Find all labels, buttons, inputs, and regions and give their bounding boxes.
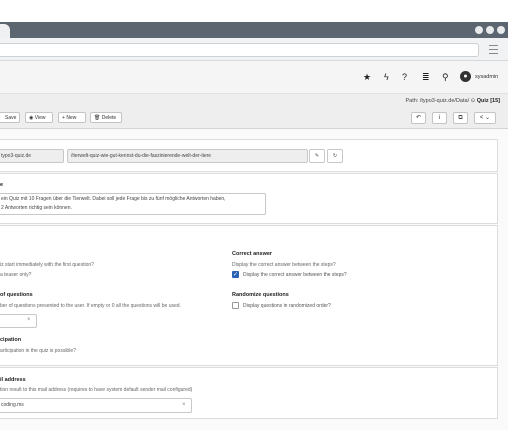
window-dot-3-icon[interactable] [497,26,505,34]
open-new-window-button[interactable]: ⧉ [453,112,468,124]
info-button[interactable]: i [432,112,447,124]
settings-panel: iz start immediately with the first ques… [0,225,498,366]
window-dot-1-icon[interactable] [475,26,483,34]
num-questions-input[interactable] [0,314,37,328]
num-questions-clear-icon[interactable]: × [27,317,31,323]
browser-tab[interactable] [0,24,10,38]
delete-button[interactable]: 🗑 Delete [90,112,122,123]
start-desc: iz start immediately with the first ques… [0,262,94,268]
description-label: e [0,182,4,188]
slug-input[interactable]: /tierwelt-quiz-wie-gut-kennst-du-die-fas… [67,149,308,163]
randomize-checkbox[interactable] [232,302,239,309]
window-dot-2-icon[interactable] [486,26,494,34]
correct-answer-checkbox[interactable]: ✓ [232,271,239,278]
refresh-icon: ↻ [332,153,338,159]
pencil-icon: ✎ [314,153,320,159]
view-button[interactable]: ◉ View [25,112,53,123]
help-icon[interactable]: ? [402,72,407,82]
email-input[interactable]: coding.ms [0,398,192,413]
randomize-label: Randomize questions [232,292,289,298]
address-bar-row [0,38,508,61]
share-button[interactable]: < ⌄ [474,112,496,124]
email-label: il address [0,377,26,383]
flash-icon[interactable]: ϟ [384,72,389,82]
email-panel: il address tion result to this mail addr… [0,367,498,419]
description-line-2: 2 Antworten richtig sein können. [1,205,72,211]
description-line-1: ein Quiz mit 10 Fragen über die Tierwelt… [1,196,226,202]
avatar[interactable]: ● [460,71,471,82]
teaser-desc: a teaser only? [0,272,32,278]
correct-answer-checkbox-label: Display the correct answer between the s… [243,272,347,278]
path-page: Quiz [15] [476,98,500,104]
undo-button[interactable]: ↶ [411,112,426,124]
participation-label: cipation [0,337,22,343]
email-desc: tion result to this mail address (requir… [0,387,193,393]
backend-topbar: ★ ϟ ? ≣ ⚲ ● sysadmin [0,61,508,94]
username[interactable]: sysadmin [475,74,498,80]
system-info-icon[interactable]: ≣ [422,72,430,82]
email-clear-icon[interactable]: × [182,402,186,408]
num-questions-desc: ber of questions presented to the user. … [0,303,181,309]
description-textarea[interactable]: ein Quiz mit 10 Fragen über die Tierwelt… [0,193,266,215]
browser-chrome [0,22,508,38]
path-prefix: Path: /typo3-quiz.de/Data/ [405,98,470,104]
correct-answer-label: Correct answer [232,251,273,257]
correct-answer-desc: Display the correct answer between the s… [232,262,336,268]
participation-desc: articipation in the quiz is possible? [0,348,76,354]
bookmark-star-icon[interactable]: ★ [363,72,371,82]
num-questions-label: of questions [0,292,33,298]
address-field[interactable] [0,43,479,57]
slug-refresh-button[interactable]: ↻ [327,149,343,163]
content-area: typo3-quiz.de /tierwelt-quiz-wie-gut-ken… [0,129,508,430]
randomize-checkbox-label: Display questions in randomized order? [243,303,331,309]
save-button[interactable]: Save [0,112,20,123]
breadcrumb: Path: /typo3-quiz.de/Data/ ⊙ Quiz [15] [406,98,501,104]
page-icon: ⊙ [470,98,476,104]
description-panel: e ein Quiz mit 10 Fragen über die Tierwe… [0,173,498,224]
slug-domain: typo3-quiz.de [0,149,64,163]
slug-panel: typo3-quiz.de /tierwelt-quiz-wie-gut-ken… [0,139,498,172]
search-icon[interactable]: ⚲ [442,72,449,82]
trash-icon: 🗑 [94,115,102,121]
browser-menu-icon[interactable] [489,45,498,54]
new-button[interactable]: + New [58,112,86,123]
slug-edit-button[interactable]: ✎ [309,149,325,163]
